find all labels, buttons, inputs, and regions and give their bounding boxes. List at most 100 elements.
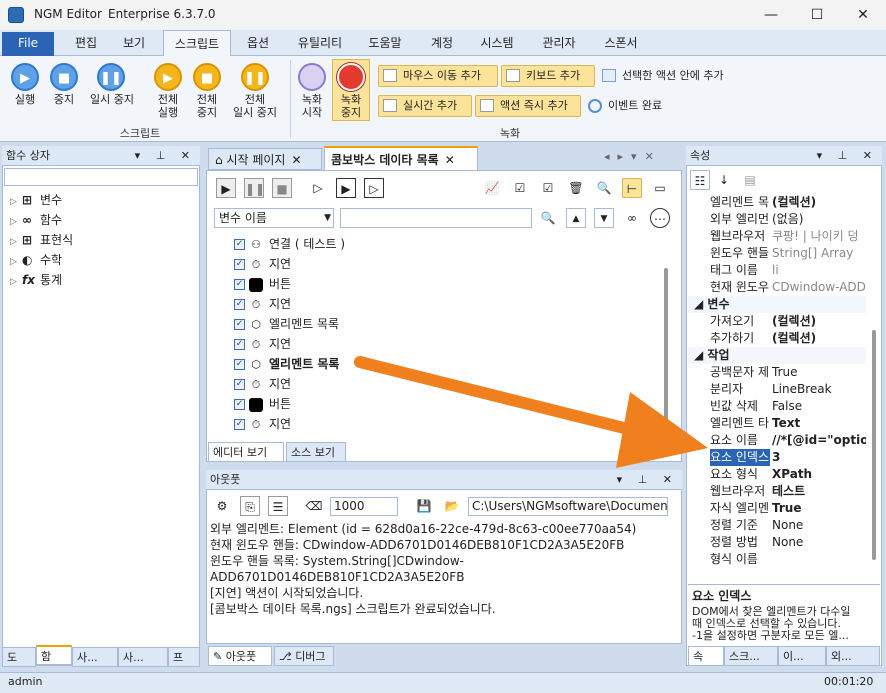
menu-sponsor[interactable]: 스폰서 [596, 30, 646, 56]
property-row[interactable]: 웹브라우저 테스트 [688, 483, 866, 500]
property-row[interactable]: 가져오기 (컬렉션) [688, 313, 866, 330]
script-row[interactable]: ✓ ⏱ 지연 [234, 374, 291, 394]
collapse-icon[interactable]: ◢ [688, 297, 707, 311]
property-row[interactable]: 웹브라우저 쿠팡! | 나이키 덩 [688, 228, 866, 245]
property-row[interactable]: 외부 엘리먼 (없음) [688, 211, 866, 228]
property-value[interactable]: (없음) [772, 211, 866, 228]
checkbox[interactable]: ✓ [234, 359, 245, 370]
script-row-selected[interactable]: ✓ ⬡ 엘리멘트 목록 [234, 354, 339, 374]
property-value[interactable]: False [772, 398, 866, 415]
pause-icon[interactable]: ❚❚ [97, 63, 125, 91]
property-row[interactable]: 현재 윈도우 CDwindow-ADD6 [688, 279, 866, 296]
checkbox[interactable]: ✓ [234, 299, 245, 310]
chart-icon[interactable]: 📈 [482, 178, 502, 198]
maximize-button[interactable]: ☐ [794, 0, 840, 30]
line-count-input[interactable]: 1000 [330, 497, 398, 516]
script-row[interactable]: ✓ ⏱ 지연 [234, 334, 291, 354]
menu-options[interactable]: 옵션 [238, 30, 278, 56]
tree-item-expression[interactable]: ▷ ⊞ 표현식 [10, 230, 73, 250]
step-over-icon[interactable]: ▷ [364, 178, 384, 198]
menu-account[interactable]: 계정 [424, 30, 460, 56]
chevron-down-icon[interactable]: ▼ [324, 209, 331, 227]
panel-controls-icon[interactable]: ▾ ⊥ ✕ [817, 146, 878, 166]
tab-script[interactable]: 스크... [724, 646, 778, 666]
search-icon[interactable]: 🔍 [538, 208, 558, 228]
menu-script[interactable]: 스크립트 [163, 30, 231, 57]
script-row[interactable]: ✓ 버튼 [234, 274, 291, 294]
tree-view-icon[interactable]: ⊢ [622, 178, 642, 198]
move-up-icon[interactable]: ▲ [566, 208, 586, 228]
variable-select[interactable]: 변수 이름 ▼ [214, 208, 334, 228]
tab-debug[interactable]: ⎇ 디버그 [274, 646, 334, 666]
tab-image[interactable]: 이... [778, 646, 826, 666]
property-value[interactable]: String[] Array [772, 245, 866, 262]
delete-icon[interactable]: 🗑 [566, 178, 586, 198]
script-row[interactable]: ✓ ⬡ 엘리멘트 목록 [234, 314, 339, 334]
tree-item-function[interactable]: ▷ ∞ 함수 [10, 210, 62, 230]
stop-button[interactable]: 중지 [45, 93, 83, 106]
property-value[interactable]: 3 [772, 449, 866, 466]
minimize-button[interactable]: — [748, 0, 794, 30]
file-menu[interactable]: File [2, 32, 54, 56]
property-value[interactable]: CDwindow-ADD6 [772, 279, 866, 296]
property-row[interactable]: 엘리멘트 목 (컬렉션) [688, 194, 866, 211]
run-icon[interactable]: ▶ [11, 63, 39, 91]
record-start-icon[interactable] [298, 63, 326, 91]
tab-editor-view[interactable]: 에디터 보기 [208, 442, 284, 462]
expand-icon[interactable]: ▷ [10, 212, 22, 232]
property-value[interactable]: True [772, 364, 866, 381]
property-value[interactable]: 테스트 [772, 483, 866, 500]
panel-controls-icon[interactable]: ▾ ⊥ ✕ [135, 146, 196, 166]
folder-icon[interactable]: 📂 [442, 496, 462, 516]
close-icon[interactable]: ✕ [291, 153, 301, 167]
stop-all-line1[interactable]: 전체 [187, 93, 227, 106]
property-value[interactable]: 쿠팡! | 나이키 덩 [772, 228, 866, 245]
menu-admin[interactable]: 관리자 [534, 30, 584, 56]
close-button[interactable]: ✕ [840, 0, 886, 30]
checkbox[interactable]: ✓ [234, 319, 245, 330]
monitor-icon[interactable]: ▭ [650, 178, 670, 198]
property-value[interactable]: Text [772, 415, 866, 432]
property-row[interactable]: 자식 엘리멘 True [688, 500, 866, 517]
save-icon[interactable]: 💾 [414, 496, 434, 516]
move-down-icon[interactable]: ▼ [594, 208, 614, 228]
run-button[interactable]: 실행 [6, 93, 44, 106]
expand-icon[interactable]: ▷ [10, 252, 22, 272]
menu-help[interactable]: 도움말 [360, 30, 410, 56]
log-icon[interactable]: ⚙ [212, 496, 232, 516]
selected-action-add-button[interactable]: 선택한 액션 안에 추가 [598, 65, 746, 87]
property-value[interactable]: li [772, 262, 866, 279]
pause-all-line2[interactable]: 일시 중지 [226, 106, 284, 119]
record-stop-icon[interactable] [337, 63, 365, 91]
infinity-icon[interactable]: ∞ [622, 208, 642, 228]
properties-scrollbar[interactable] [872, 330, 876, 560]
sort-az-icon[interactable]: ↓ [714, 170, 734, 190]
tab-start-page[interactable]: ⌂ 시작 페이지 ✕ [208, 148, 322, 170]
checkbox[interactable]: ✓ [234, 339, 245, 350]
property-value[interactable]: LineBreak [772, 381, 866, 398]
immediate-add-button[interactable]: 액션 즉시 추가 [475, 95, 581, 117]
run-all-line1[interactable]: 전체 [148, 93, 188, 106]
record-start-line1[interactable]: 녹화 [294, 93, 330, 106]
categorized-icon[interactable]: ☷ [690, 170, 710, 190]
checkbox[interactable]: ✓ [234, 259, 245, 270]
menu-system[interactable]: 시스템 [474, 30, 520, 56]
menu-utility[interactable]: 유틸리티 [290, 30, 350, 56]
search-icon[interactable]: 🔍 [594, 178, 614, 198]
stop-all-icon[interactable]: ■ [193, 63, 221, 91]
property-value[interactable]: (컬렉션) [772, 194, 866, 211]
pause-icon[interactable]: ❚❚ [244, 178, 265, 198]
expand-icon[interactable]: ▷ [10, 192, 22, 212]
tab-left-1[interactable]: 도 [2, 647, 36, 667]
tree-item-math[interactable]: ▷ ◐ 수학 [10, 250, 62, 270]
checkbox[interactable]: ✓ [234, 419, 245, 430]
run-all-icon[interactable]: ▶ [154, 63, 182, 91]
stop-icon[interactable]: ■ [50, 63, 78, 91]
expand-icon[interactable]: ▷ [10, 272, 22, 292]
property-row[interactable]: 태그 이름 li [688, 262, 866, 279]
property-value[interactable]: XPath [772, 466, 866, 483]
stop-icon[interactable]: ■ [272, 178, 292, 198]
checkbox[interactable]: ✓ [234, 379, 245, 390]
pause-button[interactable]: 일시 중지 [84, 93, 140, 106]
tab-source-view[interactable]: 소스 보기 [286, 442, 346, 462]
